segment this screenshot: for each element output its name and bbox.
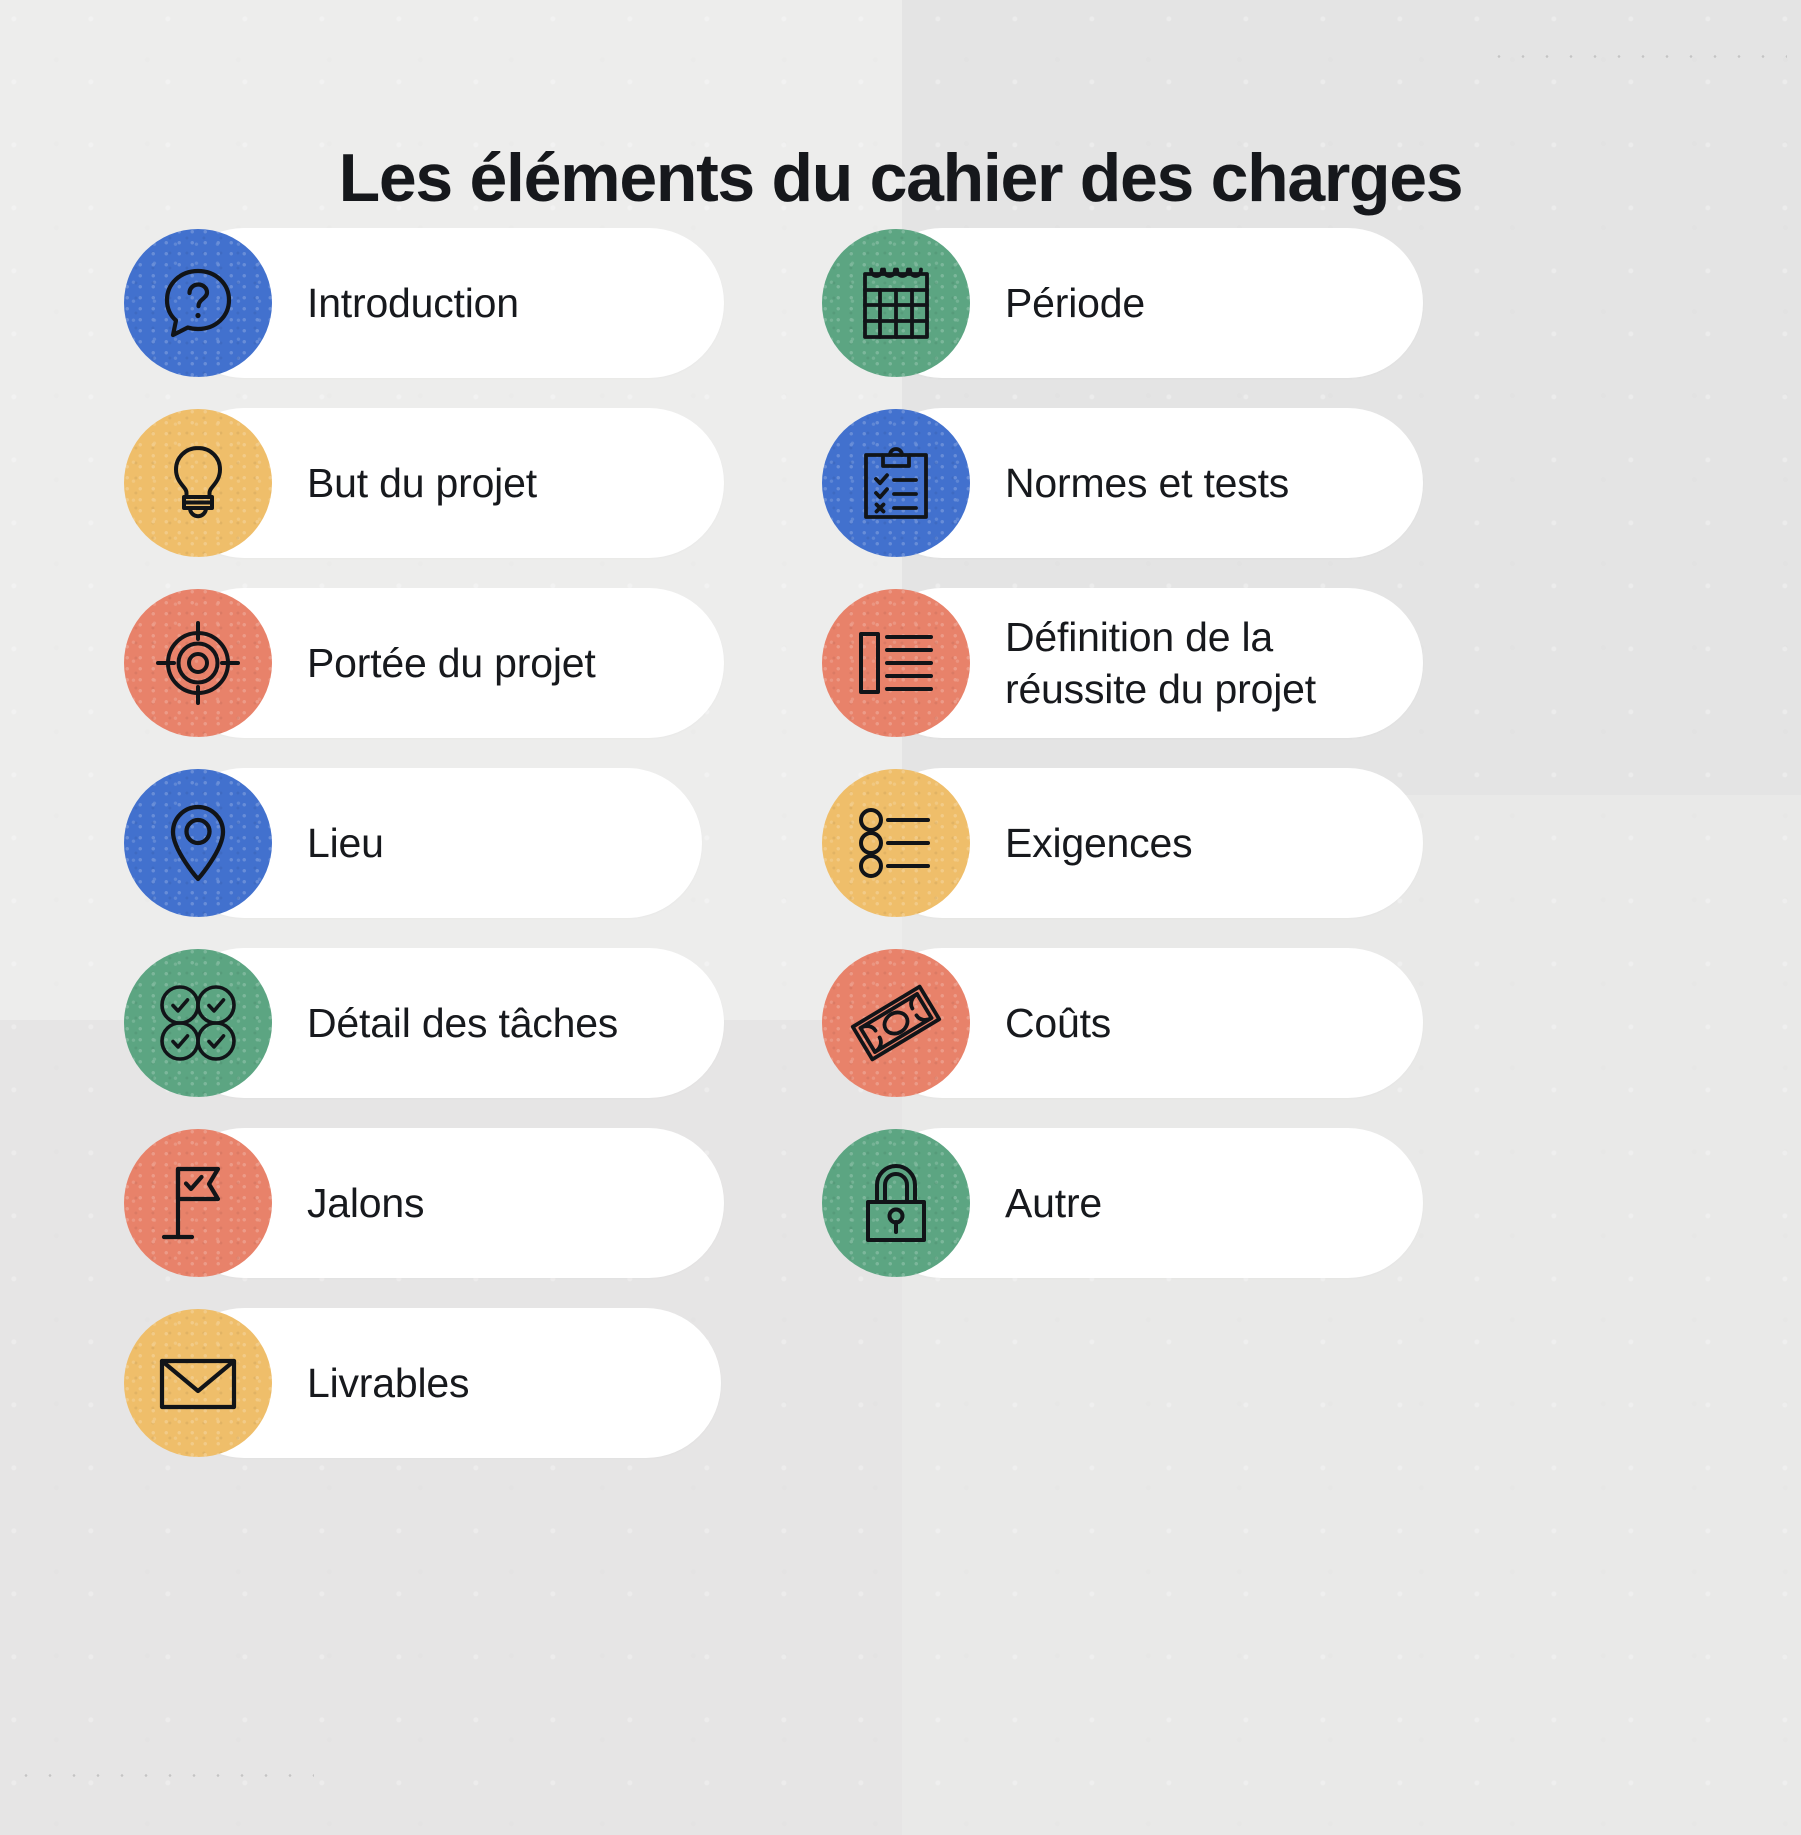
list-item[interactable]: Portée du projet [124, 588, 814, 738]
page-title: Les éléments du cahier des charges [338, 139, 1464, 216]
four-checks-icon [124, 949, 272, 1097]
list-item-label: Portée du projet [307, 639, 596, 686]
list-item[interactable]: But du projet [124, 408, 814, 558]
list-item-label: Détail des tâches [307, 999, 619, 1046]
items-column-right: Période Normes et tests Définition de la… [822, 228, 1512, 1308]
list-item-label: Autre [1005, 1179, 1102, 1226]
list-item-label: Exigences [1005, 819, 1193, 866]
clipboard-check-icon [822, 409, 970, 557]
document-lines-icon [822, 589, 970, 737]
question-speech-bubble-icon [124, 229, 272, 377]
list-item[interactable]: Lieu [124, 768, 814, 918]
list-item-label: Normes et tests [1005, 459, 1290, 506]
padlock-icon [822, 1129, 970, 1277]
list-item[interactable]: Définition de la réussite du projet [822, 588, 1512, 738]
list-item-label: Coûts [1005, 999, 1112, 1046]
list-item[interactable]: Autre [822, 1128, 1512, 1278]
list-item-label: Jalons [307, 1179, 425, 1226]
list-item-label: Introduction [307, 279, 519, 326]
list-item[interactable]: Exigences [822, 768, 1512, 918]
flag-check-icon [124, 1129, 272, 1277]
list-item[interactable]: Détail des tâches [124, 948, 814, 1098]
calendar-icon [822, 229, 970, 377]
list-item-label: But du projet [307, 459, 537, 506]
dotted-line-bottom-left-decoration [14, 1774, 314, 1777]
list-item-label: Définition de la réussite du projet [1005, 613, 1316, 712]
list-item[interactable]: Coûts [822, 948, 1512, 1098]
list-item[interactable]: Introduction [124, 228, 814, 378]
list-item[interactable]: Jalons [124, 1128, 814, 1278]
dotted-line-top-right-decoration [1487, 55, 1787, 58]
bullet-list-icon [822, 769, 970, 917]
list-item-label: Livrables [307, 1359, 470, 1406]
list-item[interactable]: Période [822, 228, 1512, 378]
list-item-label: Période [1005, 279, 1145, 326]
lightbulb-icon [124, 409, 272, 557]
banknote-icon [822, 949, 970, 1097]
target-icon [124, 589, 272, 737]
list-item[interactable]: Normes et tests [822, 408, 1512, 558]
list-item[interactable]: Livrables [124, 1308, 814, 1458]
list-item-label: Lieu [307, 819, 384, 866]
items-column-left: Introduction But du projet Portée du pro… [124, 228, 814, 1488]
envelope-icon [124, 1309, 272, 1457]
map-pin-icon [124, 769, 272, 917]
